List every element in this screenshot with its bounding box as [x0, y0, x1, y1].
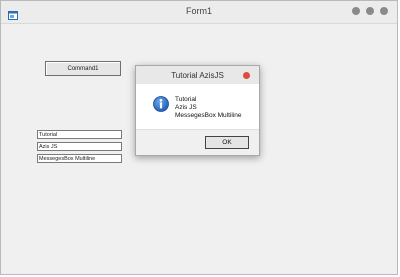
- info-icon: [153, 96, 169, 112]
- text-input-3[interactable]: MessegesBox Multiline: [37, 154, 122, 163]
- close-window-button[interactable]: [380, 7, 388, 15]
- command1-button[interactable]: Command1: [45, 61, 121, 76]
- dialog-title: Tutorial AzisJS: [171, 71, 224, 80]
- dialog-close-button[interactable]: [243, 72, 250, 79]
- text-input-2[interactable]: Azis JS: [37, 142, 122, 151]
- dialog-titlebar[interactable]: Tutorial AzisJS: [136, 66, 259, 84]
- ok-button[interactable]: OK: [205, 136, 249, 149]
- dialog-footer: OK: [136, 129, 259, 155]
- window-title: Form1: [185, 6, 212, 16]
- message-line-1: Tutorial: [175, 96, 197, 103]
- message-line-3: MessegesBox Multiline: [175, 112, 242, 119]
- text-input-1[interactable]: Tutorial: [37, 130, 122, 139]
- dialog-body: Tutorial Azis JS MessegesBox Multiline: [136, 84, 259, 131]
- maximize-button[interactable]: [366, 7, 374, 15]
- message-box-dialog: Tutorial AzisJS Tutorial Azis JS Messege…: [135, 65, 260, 156]
- message-line-2: Azis JS: [175, 104, 197, 111]
- window-titlebar[interactable]: Form1: [1, 1, 397, 24]
- minimize-button[interactable]: [352, 7, 360, 15]
